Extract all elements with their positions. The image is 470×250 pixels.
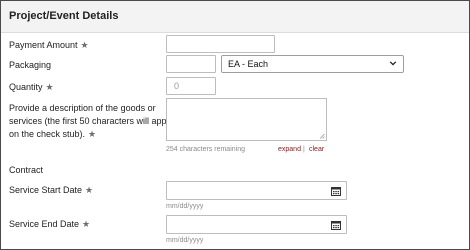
description-label-line-3: on the check stub). [9, 129, 86, 139]
panel-header: Project/Event Details [1, 1, 469, 33]
description-label-line-2: services (the first 50 characters will a… [9, 116, 180, 126]
payment-amount-input[interactable] [166, 35, 275, 53]
star-icon: ★ [85, 185, 94, 195]
quantity-input[interactable]: 0 [166, 77, 216, 95]
service-start-date-label-text: Service Start Date [9, 185, 83, 195]
star-icon: ★ [88, 129, 97, 139]
description-textarea[interactable] [166, 98, 327, 141]
service-start-date-label: Service Start Date ★ [9, 184, 93, 197]
service-end-date-input[interactable] [166, 215, 347, 234]
calendar-icon[interactable] [331, 220, 341, 230]
packaging-label-text: Packaging [9, 60, 52, 70]
panel-title: Project/Event Details [9, 10, 119, 22]
payment-amount-label-text: Payment Amount [9, 40, 78, 50]
star-icon: ★ [45, 82, 54, 92]
clear-link[interactable]: clear [309, 146, 324, 153]
resize-handle-icon[interactable] [319, 133, 325, 139]
service-start-date-input[interactable] [166, 181, 347, 200]
star-icon: ★ [82, 219, 91, 229]
quantity-placeholder: 0 [174, 81, 180, 91]
packaging-unit-value: EA - Each [228, 59, 269, 69]
service-start-date-hint: mm/dd/yyyy [166, 203, 204, 210]
star-icon: ★ [80, 40, 89, 50]
packaging-quantity-input[interactable] [166, 55, 216, 73]
quantity-label: Quantity ★ [9, 81, 54, 94]
packaging-label: Packaging [9, 59, 51, 72]
description-label-line-1: Provide a description of the goods or [9, 103, 156, 113]
contract-label: Contract [9, 164, 43, 177]
service-end-date-hint: mm/dd/yyyy [166, 237, 204, 244]
packaging-unit-select[interactable]: EA - Each [221, 55, 404, 73]
link-separator: | [303, 146, 305, 153]
calendar-icon[interactable] [331, 186, 341, 196]
expand-link[interactable]: expand [278, 146, 301, 153]
project-event-details-panel: Project/Event Details Payment Amount ★ Pa… [0, 0, 470, 250]
contract-label-text: Contract [9, 165, 44, 175]
payment-amount-label: Payment Amount ★ [9, 39, 89, 52]
description-label: Provide a description of the goods or se… [9, 102, 180, 141]
quantity-label-text: Quantity [9, 82, 43, 92]
chars-remaining-text: 254 characters remaining [166, 146, 245, 153]
service-end-date-label: Service End Date ★ [9, 218, 90, 231]
service-end-date-label-text: Service End Date [9, 219, 80, 229]
chevron-down-icon [389, 61, 397, 66]
